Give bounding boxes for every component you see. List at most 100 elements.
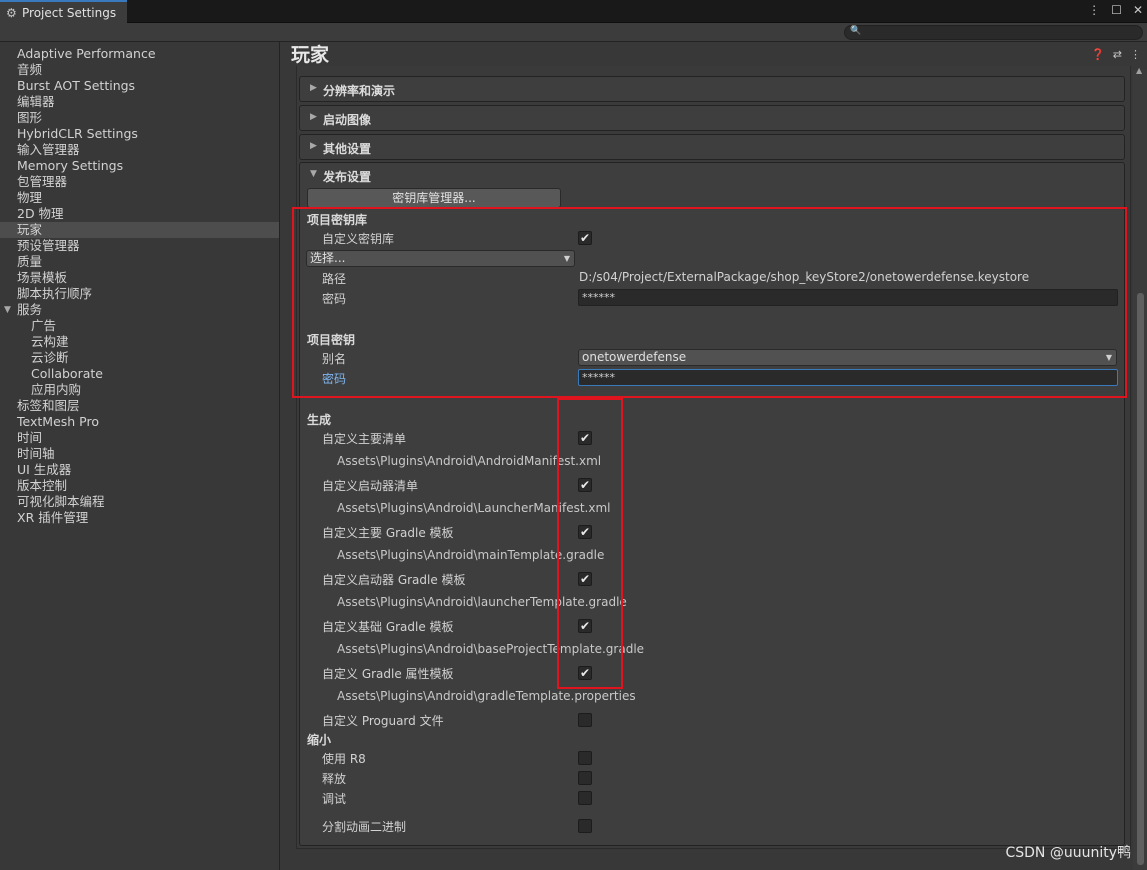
custom-main-gradle-checkbox[interactable]: ✔ [578,525,592,539]
project-key-heading: 项目密钥 [307,333,356,347]
sidebar-item-collaborate[interactable]: Collaborate [0,366,279,382]
sidebar-item-textmesh-pro[interactable]: TextMesh Pro [0,414,279,430]
alias-dropdown[interactable]: onetowerdefense ▼ [578,349,1117,366]
sidebar-item-editor[interactable]: 编辑器 [0,94,279,110]
sidebar-item-label: 标签和图层 [17,398,80,413]
search-input[interactable]: 🔍 [844,25,1143,40]
sidebar-item-label: 时间轴 [17,446,55,461]
gradle-properties-path: Assets\Plugins\Android\gradleTemplate.pr… [337,689,636,703]
sidebar-item-cloud-diagnostics[interactable]: 云诊断 [0,350,279,366]
sidebar-item-label: 图形 [17,110,43,125]
custom-gradle-properties-checkbox[interactable]: ✔ [578,666,592,680]
sidebar-item-time[interactable]: 时间 [0,430,279,446]
sidebar-item-audio[interactable]: 音频 [0,62,279,78]
keystore-password-field[interactable]: ****** [578,289,1118,306]
foldout-other-settings[interactable]: ▶ 其他设置 [299,134,1125,160]
sidebar-item-label: UI 生成器 [17,462,72,477]
split-binary-checkbox[interactable] [578,819,592,833]
keystore-select-dropdown[interactable]: 选择... ▼ [306,250,575,267]
sidebar-item-services[interactable]: ▼ 服务 [0,302,279,318]
sidebar-item-timeline[interactable]: 时间轴 [0,446,279,462]
sidebar-item-physics-2d[interactable]: 2D 物理 [0,206,279,222]
sidebar-item-scene-template[interactable]: 场景模板 [0,270,279,286]
sidebar-item-in-app-purchasing[interactable]: 应用内购 [0,382,279,398]
main-gradle-path: Assets\Plugins\Android\mainTemplate.grad… [337,548,605,562]
window-controls: ⋮ ☐ ✕ [1088,3,1143,17]
preset-icon[interactable]: ⇄ [1113,48,1122,61]
custom-main-manifest-checkbox[interactable]: ✔ [578,431,592,445]
sidebar-item-quality[interactable]: 质量 [0,254,279,270]
release-checkbox[interactable] [578,771,592,785]
help-icon[interactable]: ❓ [1091,48,1105,61]
sidebar-item-preset-manager[interactable]: 预设管理器 [0,238,279,254]
sidebar-item-label: 可视化脚本编程 [17,494,105,509]
sidebar-item-ui-builder[interactable]: UI 生成器 [0,462,279,478]
sidebar-item-cloud-build[interactable]: 云构建 [0,334,279,350]
foldout-label: 分辨率和演示 [323,84,396,98]
custom-launcher-manifest-label: 自定义启动器清单 [322,479,419,493]
sidebar-item-package-manager[interactable]: 包管理器 [0,174,279,190]
checkmark-icon: ✔ [580,525,591,539]
chevron-down-icon: ▼ [310,169,317,179]
custom-launcher-manifest-checkbox[interactable]: ✔ [578,478,592,492]
title-icons: ❓ ⇄ ⋮ [1091,48,1141,61]
custom-proguard-checkbox[interactable] [578,713,592,727]
close-icon[interactable]: ✕ [1133,3,1143,17]
keystore-manager-button[interactable]: 密钥库管理器... [307,188,561,208]
foldout-splash-image[interactable]: ▶ 启动图像 [299,105,1125,131]
sidebar-item-label: 包管理器 [17,174,68,189]
maximize-icon[interactable]: ☐ [1111,3,1122,17]
sidebar-item-tags-and-layers[interactable]: 标签和图层 [0,398,279,414]
custom-base-gradle-checkbox[interactable]: ✔ [578,619,592,633]
build-heading: 生成 [307,413,332,427]
launcher-gradle-path: Assets\Plugins\Android\launcherTemplate.… [337,595,627,609]
release-label: 释放 [322,772,347,786]
sidebar-item-script-execution-order[interactable]: 脚本执行顺序 [0,286,279,302]
custom-main-manifest-label: 自定义主要清单 [322,432,407,446]
sidebar-item-memory-settings[interactable]: Memory Settings [0,158,279,174]
sidebar-item-ads[interactable]: 广告 [0,318,279,334]
sidebar-item-physics[interactable]: 物理 [0,190,279,206]
sidebar-item-label: 质量 [17,254,43,269]
custom-launcher-gradle-checkbox[interactable]: ✔ [578,572,592,586]
sidebar-item-visual-scripting[interactable]: 可视化脚本编程 [0,494,279,510]
sidebar-item-label: 音频 [17,62,43,77]
custom-keystore-label: 自定义密钥库 [322,232,395,246]
keystore-path-value: D:/s04/Project/ExternalPackage/shop_keyS… [579,270,1030,284]
sidebar-item-player[interactable]: 玩家 [0,222,279,238]
sidebar-item-label: Collaborate [31,366,103,381]
chevron-right-icon: ▶ [310,83,317,93]
main-manifest-path: Assets\Plugins\Android\AndroidManifest.x… [337,454,602,468]
window-tab-bar: ⚙ Project Settings ⋮ ☐ ✕ [0,0,1147,23]
sidebar-item-input-manager[interactable]: 输入管理器 [0,142,279,158]
scrollbar-thumb[interactable] [1137,293,1144,865]
checkmark-icon: ✔ [580,666,591,680]
use-r8-checkbox[interactable] [578,751,592,765]
debug-checkbox[interactable] [578,791,592,805]
search-icon: 🔍 [850,26,862,36]
minify-heading: 缩小 [307,733,332,747]
chevron-down-icon[interactable]: ▼ [4,302,11,318]
sidebar-item-adaptive-performance[interactable]: Adaptive Performance [0,46,279,62]
dropdown-value: 选择... [310,251,346,265]
checkmark-icon: ✔ [580,572,591,586]
sidebar-item-graphics[interactable]: 图形 [0,110,279,126]
sidebar-item-label: 场景模板 [17,270,68,285]
foldout-resolution[interactable]: ▶ 分辨率和演示 [299,76,1125,102]
checkmark-icon: ✔ [580,619,591,633]
checkmark-icon: ✔ [580,478,591,492]
sidebar-item-label: 物理 [17,190,43,205]
more-menu-icon[interactable]: ⋮ [1130,48,1141,61]
sidebar-item-burst[interactable]: Burst AOT Settings [0,78,279,94]
more-menu-icon[interactable]: ⋮ [1088,3,1100,17]
sidebar-item-label: 版本控制 [17,478,68,493]
custom-keystore-checkbox[interactable]: ✔ [578,231,592,245]
custom-launcher-gradle-label: 自定义启动器 Gradle 模板 [322,573,466,587]
sidebar-item-xr-plugin-management[interactable]: XR 插件管理 [0,510,279,526]
key-password-field[interactable]: ****** [578,369,1118,386]
tab-project-settings[interactable]: ⚙ Project Settings [0,0,127,23]
sidebar-item-hybridclr[interactable]: HybridCLR Settings [0,126,279,142]
sidebar-item-version-control[interactable]: 版本控制 [0,478,279,494]
sidebar-item-label: 云构建 [31,334,69,349]
scroll-up-icon[interactable]: ▲ [1136,66,1142,75]
